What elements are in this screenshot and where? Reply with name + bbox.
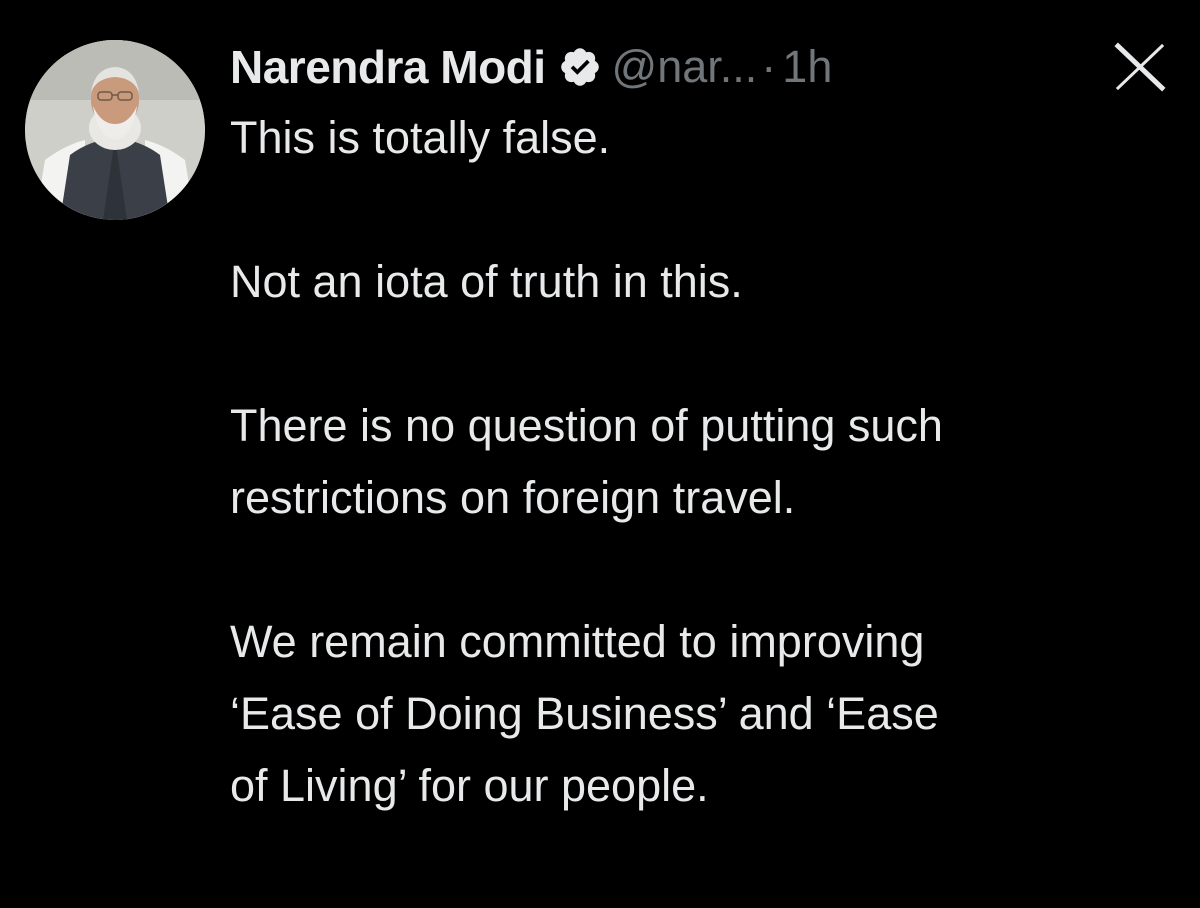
verified-badge-icon (558, 45, 602, 89)
tweet-line: Not an iota of truth in this. (230, 256, 743, 307)
tweet-header: Narendra Modi @nar... · 1h (230, 32, 1180, 102)
separator-dot: · (761, 41, 777, 92)
tweet-paragraph: There is no question of putting such res… (230, 390, 1180, 534)
tweet-line: restrictions on foreign travel. (230, 472, 796, 523)
tweet-line: ‘Ease of Doing Business’ and ‘Ease (230, 688, 939, 739)
tweet-line: This is totally false. (230, 112, 611, 163)
tweet-paragraph: This is totally false. (230, 102, 1180, 174)
x-close-icon[interactable] (1110, 42, 1170, 92)
tweet-line: We remain committed to improving (230, 616, 925, 667)
avatar-image (25, 40, 205, 220)
author-handle[interactable]: @nar... (612, 41, 758, 93)
tweet: Narendra Modi @nar... · 1h This is total… (0, 0, 1200, 908)
timestamp[interactable]: 1h (782, 41, 832, 93)
avatar[interactable] (25, 40, 205, 220)
tweet-line: of Living’ for our people. (230, 760, 709, 811)
tweet-paragraph: Not an iota of truth in this. (230, 246, 1180, 318)
author-name[interactable]: Narendra Modi (230, 40, 546, 94)
tweet-paragraph: We remain committed to improving ‘Ease o… (230, 606, 1180, 822)
tweet-line: There is no question of putting such (230, 400, 943, 451)
tweet-content: Narendra Modi @nar... · 1h This is total… (230, 32, 1180, 822)
tweet-text: This is totally false. Not an iota of tr… (230, 102, 1180, 822)
